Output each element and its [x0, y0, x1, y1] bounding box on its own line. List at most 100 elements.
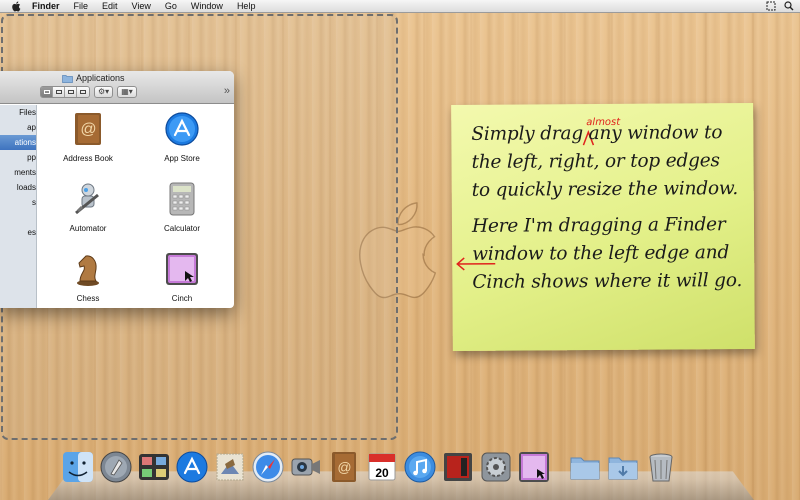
note-line: Cinch shows where it will go. — [472, 270, 743, 293]
icon-view-button[interactable] — [41, 87, 53, 97]
photo-booth-icon — [443, 453, 472, 481]
view-switcher — [40, 86, 90, 98]
dock-separator — [554, 448, 564, 488]
app-store-icon — [176, 451, 207, 483]
finder-toolbar: ⚙▾ ▦▾ — [40, 86, 137, 98]
dock-facetime[interactable] — [288, 448, 323, 486]
sidebar-item-airdrop[interactable]: ap — [0, 120, 36, 135]
itunes-icon — [404, 451, 435, 483]
file-label: Cinch — [171, 294, 193, 303]
sidebar-item-applications[interactable]: ations — [0, 135, 36, 150]
file-item-automator[interactable]: Automator — [40, 181, 136, 233]
cinch-icon — [166, 253, 198, 285]
dock-finder[interactable] — [60, 448, 95, 486]
note-text: Simply drag any window to the left, righ… — [471, 119, 747, 297]
dock-address-book[interactable]: @ — [326, 448, 361, 486]
dock: @ 20 — [60, 448, 678, 488]
note-line: the left, right, or top edges — [471, 150, 720, 173]
dock-app-store[interactable] — [174, 448, 209, 486]
dock-system-preferences[interactable] — [478, 448, 513, 486]
dock-cinch[interactable] — [516, 448, 551, 486]
chevron-down-icon: ▾ — [128, 87, 133, 96]
note-line: to quickly resize the window. — [471, 178, 739, 201]
folder-icon — [62, 74, 73, 83]
column-view-button[interactable] — [65, 87, 77, 97]
file-item-calculator[interactable]: Calculator — [134, 181, 230, 233]
sticky-note: almost Simply drag any window to the lef… — [451, 102, 755, 352]
calculator-icon — [169, 182, 195, 216]
arrange-menu-button[interactable]: ▦▾ — [117, 86, 137, 98]
mail-stamp-icon — [216, 453, 243, 481]
sidebar-item-desktop[interactable]: pp — [0, 150, 36, 165]
sidebar-item-all-files[interactable]: Files — [0, 105, 36, 120]
ical-icon: 20 — [368, 453, 395, 481]
address-book-icon: @ — [331, 452, 356, 482]
dock-trash[interactable] — [643, 448, 678, 486]
svg-text:@: @ — [80, 121, 96, 138]
note-line: Simply drag any window to — [471, 122, 723, 145]
file-item-chess[interactable]: Chess — [40, 251, 136, 303]
file-label: Address Book — [63, 154, 113, 163]
file-label: App Store — [164, 154, 200, 163]
sidebar-item-devices[interactable]: es — [0, 225, 36, 240]
menu-finder[interactable]: Finder — [32, 0, 60, 12]
automator-icon — [75, 183, 99, 215]
safari-icon — [252, 451, 283, 483]
launchpad-icon — [100, 451, 131, 483]
screen-zone-icon[interactable] — [766, 1, 776, 11]
dock-photo-booth[interactable] — [440, 448, 475, 486]
sidebar-item-movies[interactable]: s — [0, 195, 36, 210]
finder-icon — [62, 452, 93, 482]
finder-titlebar[interactable]: Applications ⚙▾ ▦▾ » — [0, 71, 234, 104]
file-item-address-book[interactable]: @ Address Book — [40, 111, 136, 163]
downloads-folder-icon — [608, 457, 637, 480]
list-view-button[interactable] — [53, 87, 65, 97]
file-item-app-store[interactable]: App Store — [134, 111, 230, 163]
app-store-icon — [165, 112, 199, 146]
file-label: Chess — [76, 294, 100, 303]
address-book-icon: @ — [75, 113, 101, 145]
file-grid: @ Address Book App Store Automator Calcu… — [38, 105, 234, 308]
red-arrow-icon — [456, 257, 496, 271]
dock-mission-control[interactable] — [136, 448, 171, 486]
file-label: Calculator — [163, 224, 200, 233]
dock-downloads-folder[interactable] — [605, 448, 640, 486]
file-item-cinch[interactable]: Cinch — [134, 251, 230, 303]
menu-edit[interactable]: Edit — [102, 0, 118, 12]
dock-mail[interactable] — [212, 448, 247, 486]
grid-icon: ▦ — [121, 87, 129, 96]
gear-icon — [481, 452, 510, 482]
sidebar-item-downloads[interactable]: loads — [0, 180, 36, 195]
coverflow-view-button[interactable] — [77, 87, 89, 97]
window-title: Applications — [62, 73, 125, 83]
menu-view[interactable]: View — [132, 0, 151, 12]
dock-itunes[interactable] — [402, 448, 437, 486]
menu-file[interactable]: File — [74, 0, 89, 12]
sidebar-item-spacer — [0, 210, 36, 225]
trash-icon — [649, 453, 672, 482]
facetime-camera-icon — [291, 458, 320, 476]
finder-sidebar: Files ap ations pp ments loads s es — [0, 105, 37, 308]
note-line: Here I'm dragging a Finder — [471, 214, 726, 237]
menu-window[interactable]: Window — [191, 0, 223, 12]
chevron-down-icon: ▾ — [105, 87, 110, 96]
dock-safari[interactable] — [250, 448, 285, 486]
finder-window[interactable]: Applications ⚙▾ ▦▾ » Files ap ations pp … — [0, 71, 234, 308]
chess-knight-icon — [77, 255, 99, 286]
action-menu-button[interactable]: ⚙▾ — [94, 86, 114, 98]
dock-ical[interactable]: 20 — [364, 448, 399, 486]
dock-launchpad[interactable] — [98, 448, 133, 486]
svg-text:@: @ — [337, 459, 351, 475]
window-title-text: Applications — [76, 73, 125, 83]
folder-icon — [570, 457, 599, 480]
dock-applications-folder[interactable] — [567, 448, 602, 486]
toolbar-overflow-button[interactable]: » — [224, 85, 230, 97]
cinch-icon — [518, 452, 549, 482]
sidebar-item-documents[interactable]: ments — [0, 165, 36, 180]
menu-go[interactable]: Go — [165, 0, 177, 12]
menu-bar: Finder File Edit View Go Window Help — [0, 0, 800, 13]
apple-menu-icon[interactable] — [10, 0, 22, 12]
menu-help[interactable]: Help — [237, 0, 256, 12]
spotlight-search-icon[interactable] — [784, 1, 794, 11]
note-line: window to the left edge and — [472, 242, 730, 265]
